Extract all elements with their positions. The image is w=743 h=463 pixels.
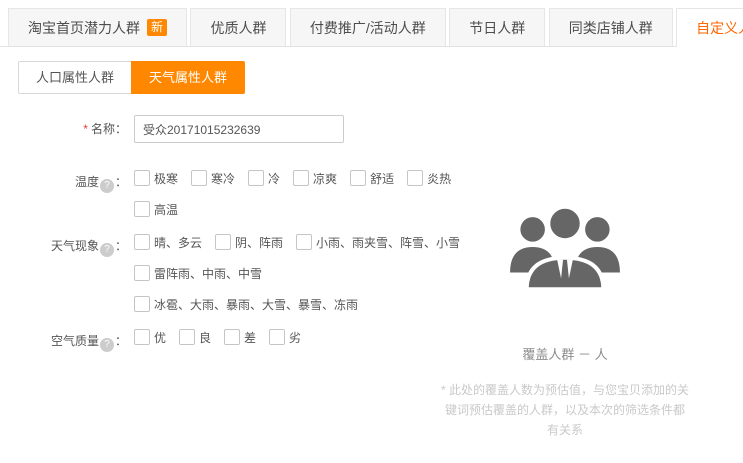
coverage-panel: 覆盖人群 － 人 * 此处的覆盖人数为预估值，与您宝贝添加的关键词预估覆盖的人群…	[440, 198, 690, 440]
checkbox[interactable]	[269, 329, 285, 345]
checkbox[interactable]	[350, 170, 366, 186]
checkbox-option[interactable]: 晴、多云	[134, 234, 202, 251]
checkbox-option[interactable]: 劣	[269, 329, 301, 346]
subtab-weather-audience[interactable]: 天气属性人群	[131, 61, 245, 94]
checkbox-label: 高温	[154, 201, 178, 218]
checkbox-label: 差	[244, 329, 256, 346]
checkbox-option[interactable]: 小雨、雨夹雪、阵雪、小雪	[296, 234, 460, 251]
checkbox-option[interactable]: 良	[179, 329, 211, 346]
checkbox-label: 劣	[289, 329, 301, 346]
checkbox-option[interactable]: 差	[224, 329, 256, 346]
weather-phenomena-label: 天气现象?：	[0, 232, 127, 314]
checkbox-option[interactable]: 舒适	[350, 170, 394, 187]
custom-audience-subtabs: 人口属性人群 天气属性人群	[18, 61, 743, 94]
checkbox-label: 冰雹、大雨、暴雨、大雪、暴雪、冻雨	[154, 296, 358, 313]
help-icon[interactable]: ?	[100, 243, 114, 257]
weather-line-3: 冰雹、大雨、暴雨、大雪、暴雪、冻雨	[134, 294, 473, 314]
checkbox[interactable]	[224, 329, 240, 345]
tab-paid-promo-activity-audience[interactable]: 付费推广/活动人群	[290, 8, 446, 46]
checkbox[interactable]	[296, 234, 312, 250]
checkbox-label: 雷阵雨、中雨、中雪	[154, 265, 262, 282]
tab-label: 同类店铺人群	[569, 18, 653, 38]
checkbox[interactable]	[407, 170, 423, 186]
checkbox[interactable]	[134, 234, 150, 250]
tab-label: 节日人群	[469, 18, 525, 38]
checkbox[interactable]	[293, 170, 309, 186]
checkbox[interactable]	[134, 201, 150, 217]
checkbox-option[interactable]: 炎热	[407, 170, 451, 187]
checkbox-label: 舒适	[370, 170, 394, 187]
tab-similar-shop-audience[interactable]: 同类店铺人群	[549, 8, 673, 46]
checkbox-label: 炎热	[427, 170, 451, 187]
weather-line-2: 雷阵雨、中雨、中雪	[134, 263, 473, 283]
tab-custom-audience[interactable]: 自定义人群	[676, 8, 743, 47]
checkbox-label: 冷	[268, 170, 280, 187]
checkbox-option[interactable]: 阴、阵雨	[215, 234, 283, 251]
temperature-line-1: 极寒 寒冷 冷 凉爽 舒适 炎热	[134, 168, 464, 188]
tab-taobao-homepage-potential[interactable]: 淘宝首页潜力人群新	[8, 8, 187, 46]
checkbox[interactable]	[248, 170, 264, 186]
checkbox-label: 良	[199, 329, 211, 346]
checkbox-option[interactable]: 冷	[248, 170, 280, 187]
checkbox-option[interactable]: 高温	[134, 201, 178, 218]
help-icon[interactable]: ?	[100, 179, 114, 193]
checkbox-option[interactable]: 凉爽	[293, 170, 337, 187]
temperature-label: 温度?：	[0, 168, 127, 219]
tab-label: 淘宝首页潜力人群	[28, 18, 140, 38]
name-label: *名称：	[0, 115, 127, 143]
audience-name-input[interactable]	[134, 115, 344, 143]
checkbox[interactable]	[215, 234, 231, 250]
tab-quality-audience[interactable]: 优质人群	[190, 8, 286, 46]
checkbox-option[interactable]: 极寒	[134, 170, 178, 187]
tab-festival-audience[interactable]: 节日人群	[449, 8, 545, 46]
name-row: *名称：	[0, 115, 743, 143]
checkbox[interactable]	[179, 329, 195, 345]
coverage-note: * 此处的覆盖人数为预估值，与您宝贝添加的关键词预估覆盖的人群，以及本次的筛选条…	[440, 380, 690, 440]
new-badge: 新	[147, 19, 167, 36]
help-icon[interactable]: ?	[100, 338, 114, 352]
checkbox-option[interactable]: 雷阵雨、中雨、中雪	[134, 265, 262, 282]
checkbox-option[interactable]: 优	[134, 329, 166, 346]
temperature-line-2: 高温	[134, 199, 464, 219]
audience-tab-strip: 淘宝首页潜力人群新 优质人群 付费推广/活动人群 节日人群 同类店铺人群 自定义…	[0, 0, 743, 47]
checkbox-option[interactable]: 寒冷	[191, 170, 235, 187]
tab-label: 优质人群	[210, 18, 266, 38]
people-group-icon	[506, 198, 624, 300]
checkbox[interactable]	[191, 170, 207, 186]
tab-label: 自定义人群	[696, 18, 743, 38]
subtab-demographic-audience[interactable]: 人口属性人群	[18, 61, 132, 94]
checkbox-label: 极寒	[154, 170, 178, 187]
air-quality-label: 空气质量?：	[0, 327, 127, 352]
tab-label: 付费推广/活动人群	[310, 18, 426, 38]
air-quality-line: 优 良 差 劣	[134, 327, 314, 347]
weather-line-1: 晴、多云 阴、阵雨 小雨、雨夹雪、阵雪、小雪	[134, 232, 473, 252]
checkbox-label: 阴、阵雨	[235, 234, 283, 251]
checkbox[interactable]	[134, 170, 150, 186]
checkbox-label: 晴、多云	[154, 234, 202, 251]
checkbox-label: 寒冷	[211, 170, 235, 187]
coverage-count-caption: 覆盖人群 － 人	[440, 344, 690, 363]
checkbox[interactable]	[134, 265, 150, 281]
checkbox[interactable]	[134, 296, 150, 312]
checkbox-label: 优	[154, 329, 166, 346]
checkbox-label: 凉爽	[313, 170, 337, 187]
checkbox[interactable]	[134, 329, 150, 345]
checkbox-label: 小雨、雨夹雪、阵雪、小雪	[316, 234, 460, 251]
checkbox-option[interactable]: 冰雹、大雨、暴雨、大雪、暴雪、冻雨	[134, 296, 358, 313]
required-mark: *	[83, 122, 88, 136]
